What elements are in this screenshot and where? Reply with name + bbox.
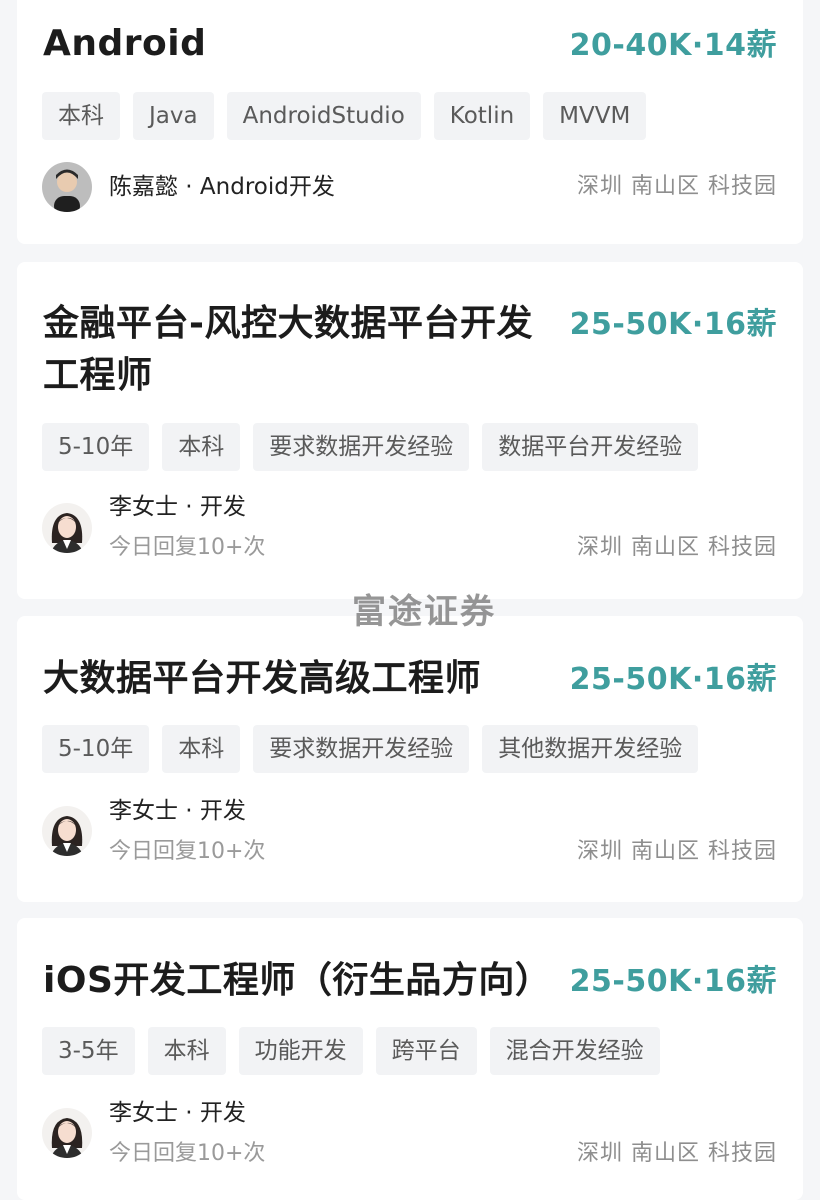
job-card[interactable]: 金融平台-风控大数据平台开发 工程师 25-50K·16薪 5-10年 本科 要…: [17, 262, 803, 599]
tag: 5-10年: [42, 423, 150, 471]
salary-label: 20-40K·14薪: [569, 28, 777, 63]
watermark: 富途证券: [352, 592, 496, 632]
tag: 数据平台开发经验: [482, 423, 699, 471]
salary-label: 25-50K·16薪: [569, 662, 777, 697]
tag: Java: [133, 92, 214, 140]
tag: 5-10年: [42, 725, 150, 773]
reply-count: 今日回复10+次: [109, 1141, 266, 1166]
job-list: Android 20-40K·14薪 本科 Java AndroidStudio…: [0, 0, 820, 1200]
job-card[interactable]: 大数据平台开发高级工程师 25-50K·16薪 5-10年 本科 要求数据开发经…: [17, 616, 803, 902]
tag: 本科: [162, 423, 241, 471]
reply-count: 今日回复10+次: [109, 839, 266, 864]
tag: 功能开发: [238, 1027, 363, 1075]
job-card[interactable]: iOS开发工程师（衍生品方向） 25-50K·16薪 3-5年 本科 功能开发 …: [17, 918, 803, 1200]
tag-list: 5-10年 本科 要求数据开发经验 其他数据开发经验: [42, 725, 699, 773]
tag: 要求数据开发经验: [253, 725, 470, 773]
tag: 3-5年: [42, 1027, 135, 1075]
recruiter-avatar: [42, 503, 92, 553]
job-title: 大数据平台开发高级工程师: [43, 658, 482, 699]
job-location: 深圳 南山区 科技园: [577, 839, 777, 864]
recruiter-avatar: [42, 1108, 92, 1158]
tag-list: 本科 Java AndroidStudio Kotlin MVVM: [42, 92, 647, 140]
recruiter-name: 陈嘉懿 · Android开发: [109, 174, 335, 200]
salary-label: 25-50K·16薪: [569, 307, 777, 342]
recruiter-name: 李女士 · 开发: [109, 1100, 246, 1126]
tag: 其他数据开发经验: [482, 725, 699, 773]
tag: Kotlin: [433, 92, 531, 140]
salary-label: 25-50K·16薪: [569, 964, 777, 999]
job-title-line: 工程师: [43, 355, 153, 396]
recruiter-avatar: [42, 806, 92, 856]
tag: 本科: [162, 725, 241, 773]
job-location: 深圳 南山区 科技园: [577, 535, 777, 560]
tag: MVVM: [543, 92, 647, 140]
recruiter-name: 李女士 · 开发: [109, 798, 246, 824]
job-title-line: 金融平台-风控大数据平台开发: [43, 303, 533, 344]
tag: AndroidStudio: [226, 92, 421, 140]
reply-count: 今日回复10+次: [109, 535, 266, 560]
tag: 跨平台: [375, 1027, 477, 1075]
job-title: 金融平台-风控大数据平台开发 工程师: [43, 298, 533, 402]
job-title: Android: [43, 23, 207, 64]
tag-list: 5-10年 本科 要求数据开发经验 数据平台开发经验: [42, 423, 699, 471]
tag: 要求数据开发经验: [253, 423, 470, 471]
recruiter-name: 李女士 · 开发: [109, 494, 246, 520]
tag: 本科: [42, 92, 120, 140]
job-card[interactable]: Android 20-40K·14薪 本科 Java AndroidStudio…: [17, 0, 803, 244]
job-title: iOS开发工程师（衍生品方向）: [43, 960, 552, 1001]
job-location: 深圳 南山区 科技园: [577, 1141, 777, 1166]
tag: 本科: [147, 1027, 226, 1075]
tag-list: 3-5年 本科 功能开发 跨平台 混合开发经验: [42, 1027, 660, 1075]
recruiter-avatar: [42, 162, 92, 212]
job-location: 深圳 南山区 科技园: [577, 174, 777, 199]
tag: 混合开发经验: [489, 1027, 660, 1075]
